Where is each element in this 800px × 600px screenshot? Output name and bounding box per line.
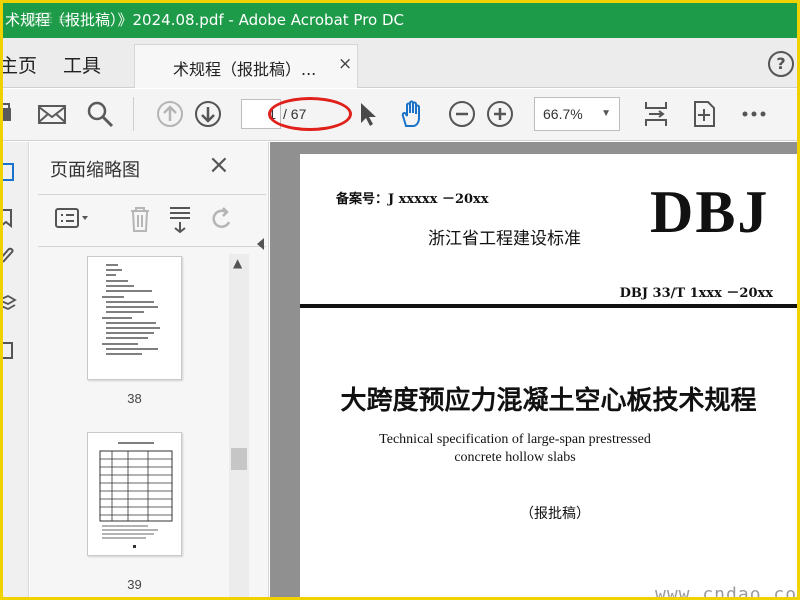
options-menu-icon[interactable] bbox=[54, 204, 94, 234]
toolbar: 1 / 67 66.7% ▼ bbox=[3, 89, 797, 141]
scrollbar-thumb[interactable] bbox=[231, 448, 247, 470]
print-icon[interactable] bbox=[3, 99, 27, 129]
panel-divider bbox=[38, 246, 266, 247]
panel-title: 页面缩略图 bbox=[50, 160, 140, 181]
panel-divider bbox=[38, 194, 266, 195]
document-view[interactable]: 备案号：J xxxxx －20xx DBJ 浙江省工程建设标准 DBJ 33/T… bbox=[270, 142, 797, 597]
site-watermark: www.cndao.com bbox=[655, 584, 797, 597]
record-number: 备案号：J xxxxx －20xx bbox=[336, 192, 489, 207]
navigation-rail bbox=[3, 142, 29, 597]
clipboard-icon[interactable] bbox=[3, 340, 17, 360]
search-icon[interactable] bbox=[85, 99, 115, 129]
mail-icon[interactable] bbox=[37, 99, 67, 129]
page-thumbnail-number: 39 bbox=[127, 577, 142, 592]
document-page: 备案号：J xxxxx －20xx DBJ 浙江省工程建设标准 DBJ 33/T… bbox=[300, 154, 797, 597]
next-page-icon[interactable] bbox=[193, 99, 223, 129]
rotate-page-icon[interactable] bbox=[208, 204, 236, 234]
zoom-select[interactable]: 66.7% ▼ bbox=[534, 97, 620, 131]
document-title: 大跨度预应力混凝土空心板技术规程 bbox=[340, 386, 757, 416]
layers-icon[interactable] bbox=[3, 294, 17, 314]
more-options-icon[interactable] bbox=[739, 99, 769, 129]
page-thumbnail-number: 38 bbox=[127, 391, 142, 406]
draft-note: （报批稿） bbox=[520, 506, 590, 522]
standard-category: 浙江省工程建设标准 bbox=[428, 229, 581, 249]
standard-logo: DBJ bbox=[650, 179, 770, 245]
zoom-out-icon[interactable] bbox=[447, 99, 477, 129]
close-tab-icon[interactable]: × bbox=[338, 54, 352, 74]
document-tab[interactable]: 术规程（报批稿）... × bbox=[134, 44, 358, 88]
fit-page-icon[interactable] bbox=[641, 99, 671, 129]
bookmarks-icon[interactable] bbox=[3, 208, 17, 229]
zoom-value: 66.7% bbox=[543, 106, 583, 122]
standard-code: DBJ 33/T 1xxx －20xx bbox=[619, 286, 773, 301]
page-thumbnail[interactable] bbox=[87, 432, 182, 556]
header-rule bbox=[300, 304, 797, 308]
scroll-up-icon[interactable]: ▲ bbox=[233, 256, 242, 270]
attachments-icon[interactable] bbox=[3, 246, 17, 266]
tab-bar: 主页 工具 术规程（报批稿）... × ? bbox=[3, 38, 797, 88]
tools-menu[interactable]: 工具 bbox=[63, 51, 101, 78]
title-bar: 术规程（报批稿）》2024.08.pdf - Adobe Acrobat Pro… bbox=[3, 3, 797, 38]
chevron-down-icon: ▼ bbox=[601, 108, 611, 119]
zoom-in-icon[interactable] bbox=[485, 99, 515, 129]
highlight-annotation bbox=[268, 97, 352, 131]
acrobat-window: 术规程（报批稿）》2024.08.pdf - Adobe Acrobat Pro… bbox=[3, 3, 797, 597]
close-panel-icon[interactable]: × bbox=[208, 150, 230, 180]
document-tab-label: 术规程（报批稿）... bbox=[173, 60, 317, 79]
english-title-line-1: Technical specification of large-span pr… bbox=[379, 432, 651, 447]
scrollbar-track[interactable] bbox=[229, 254, 249, 597]
toolbar-separator bbox=[133, 97, 134, 131]
page-thumbnails-panel: 页面缩略图 × ▲ 38 39 bbox=[30, 142, 269, 597]
previous-page-icon[interactable] bbox=[155, 99, 185, 129]
home-menu[interactable]: 主页 bbox=[3, 51, 37, 78]
page-thumbnail[interactable] bbox=[87, 256, 182, 380]
rotate-view-icon[interactable] bbox=[689, 99, 719, 129]
collapse-panel-icon[interactable] bbox=[257, 238, 264, 250]
page-thumbnails-icon[interactable] bbox=[3, 162, 17, 182]
insert-page-icon[interactable] bbox=[166, 204, 194, 234]
hand-tool-icon[interactable] bbox=[397, 99, 427, 129]
english-title-line-2: concrete hollow slabs bbox=[454, 450, 576, 465]
delete-page-icon[interactable] bbox=[126, 204, 154, 234]
watermark-text: 选择 ≡ bbox=[25, 12, 70, 28]
help-icon[interactable]: ? bbox=[768, 51, 794, 77]
select-cursor-icon[interactable] bbox=[353, 99, 383, 129]
